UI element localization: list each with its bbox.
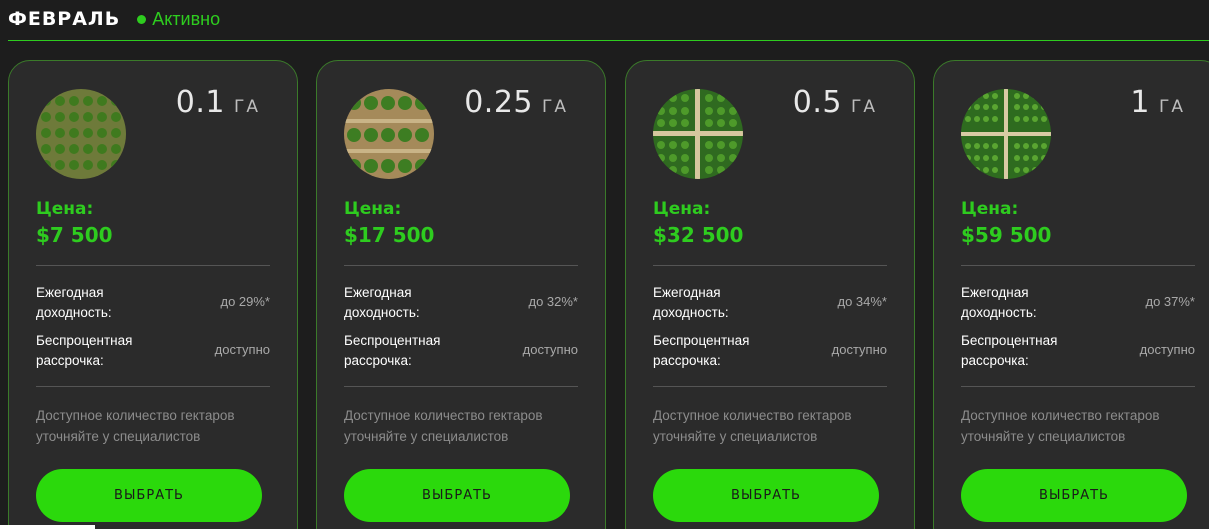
header-divider xyxy=(8,40,1209,41)
area-size: 0.1 ГА xyxy=(176,85,260,120)
installment-value: доступно xyxy=(1139,342,1195,357)
divider xyxy=(961,265,1195,266)
area-value: 0.1 xyxy=(175,85,225,120)
bottom-left-corner-edge xyxy=(0,525,95,529)
price-label: Цена: xyxy=(961,199,1019,219)
plantation-photo-icon xyxy=(344,89,434,179)
select-button[interactable]: ВЫБРАТЬ xyxy=(653,469,879,522)
installment-label: Беспроцентная рассрочка: xyxy=(653,333,750,368)
divider xyxy=(653,386,887,387)
select-button[interactable]: ВЫБРАТЬ xyxy=(344,469,570,522)
area-value: 0.25 xyxy=(464,85,533,120)
availability-note: Доступное количество гектаров уточняйте у… xyxy=(36,408,235,444)
select-button[interactable]: ВЫБРАТЬ xyxy=(961,469,1187,522)
status-dot-icon xyxy=(137,14,147,24)
yield-value: до 29%* xyxy=(220,294,270,309)
price-value: $59 500 xyxy=(961,223,1052,247)
yield-value: до 37%* xyxy=(1145,294,1195,309)
area-value: 0.5 xyxy=(792,85,842,120)
select-button[interactable]: ВЫБРАТЬ xyxy=(36,469,262,522)
status-label: Активно xyxy=(152,8,221,29)
plantation-photo-icon xyxy=(961,89,1051,179)
status-badge: Активно xyxy=(137,9,220,30)
price-value: $17 500 xyxy=(344,223,435,247)
plantation-photo-icon xyxy=(653,89,743,179)
area-size: 0.5 ГА xyxy=(793,85,877,120)
area-unit: ГА xyxy=(542,97,568,117)
yield-label: Ежегодная доходность: xyxy=(653,285,729,320)
divider xyxy=(961,386,1195,387)
yield-label: Ежегодная доходность: xyxy=(36,285,112,320)
area-size: 1 ГА xyxy=(1130,85,1185,120)
plantation-photo-icon xyxy=(36,89,126,179)
price-label: Цена: xyxy=(36,199,94,219)
availability-note: Доступное количество гектаров уточняйте у… xyxy=(653,408,852,444)
plan-card-1: 0.1 ГА Цена: $7 500 Ежегодная доходность:… xyxy=(8,60,298,529)
area-size: 0.25 ГА xyxy=(464,85,568,120)
yield-value: до 34%* xyxy=(837,294,887,309)
divider xyxy=(344,265,578,266)
price-value: $32 500 xyxy=(653,223,744,247)
yield-label: Ежегодная доходность: xyxy=(961,285,1037,320)
availability-note: Доступное количество гектаров уточняйте у… xyxy=(961,408,1160,444)
plan-card-2: 0.25 ГА Цена: $17 500 Ежегодная доходност… xyxy=(316,60,606,529)
plan-card-4: 1 ГА Цена: $59 500 Ежегодная доходность: … xyxy=(933,60,1209,529)
divider xyxy=(344,386,578,387)
price-label: Цена: xyxy=(653,199,711,219)
header: ФЕВРАЛЬ Активно xyxy=(8,6,220,32)
price-value: $7 500 xyxy=(36,223,113,247)
divider xyxy=(36,265,270,266)
area-unit: ГА xyxy=(1159,97,1185,117)
price-label: Цена: xyxy=(344,199,402,219)
yield-label: Ежегодная доходность: xyxy=(344,285,420,320)
month-title: ФЕВРАЛЬ xyxy=(8,8,121,30)
area-value: 1 xyxy=(1130,85,1150,120)
plan-card-3: 0.5 ГА Цена: $32 500 Ежегодная доходность… xyxy=(625,60,915,529)
installment-label: Беспроцентная рассрочка: xyxy=(961,333,1058,368)
area-unit: ГА xyxy=(234,97,260,117)
divider xyxy=(36,386,270,387)
installment-value: доступно xyxy=(831,342,887,357)
installment-label: Беспроцентная рассрочка: xyxy=(344,333,441,368)
installment-value: доступно xyxy=(522,342,578,357)
yield-value: до 32%* xyxy=(528,294,578,309)
divider xyxy=(653,265,887,266)
area-unit: ГА xyxy=(851,97,877,117)
installment-value: доступно xyxy=(214,342,270,357)
availability-note: Доступное количество гектаров уточняйте у… xyxy=(344,408,543,444)
installment-label: Беспроцентная рассрочка: xyxy=(36,333,133,368)
